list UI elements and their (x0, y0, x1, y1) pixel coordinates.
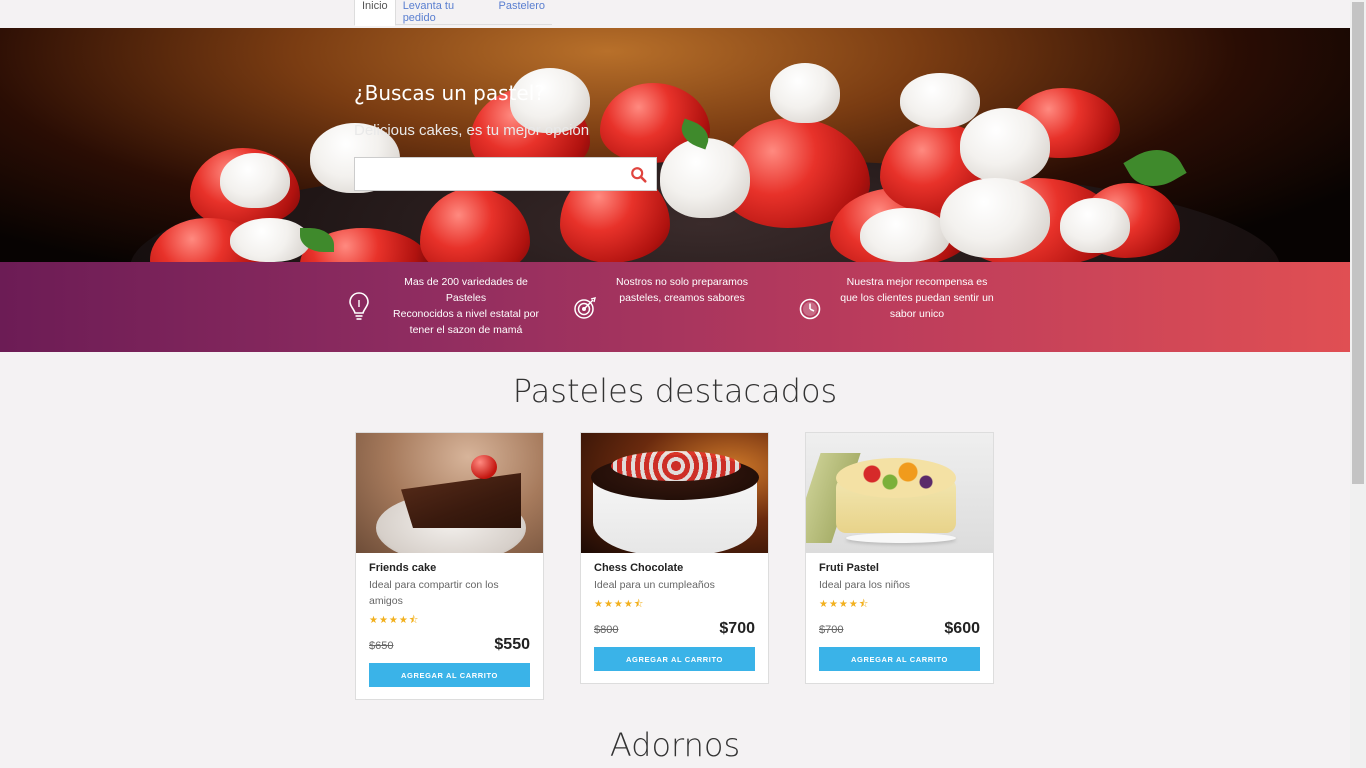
hero-subtitle: Delicious cakes, es tu mejor opcion (354, 122, 590, 139)
tab-levanta-tu-pedido[interactable]: Levanta tu pedido (396, 0, 492, 25)
feature-item: Nostros no solo preparamos pasteles, cre… (572, 274, 752, 324)
search-input[interactable] (355, 158, 615, 190)
product-old-price: $650 (369, 640, 394, 652)
tab-pastelero[interactable]: Pastelero (492, 0, 552, 25)
product-price: $550 (494, 636, 530, 653)
feature-text: Nostros no solo preparamos pasteles, cre… (616, 276, 748, 304)
feature-text: Mas de 200 variedades de Pasteles Recono… (393, 276, 539, 336)
lightbulb-icon (349, 292, 369, 320)
product-description: Ideal para los niños (819, 579, 911, 591)
product-rating: ★★★★⯪ (369, 615, 420, 626)
product-card: Fruti Pastel Ideal para los niños ★★★★⯪ … (805, 432, 994, 684)
product-name[interactable]: Friends cake (369, 562, 530, 574)
product-card: Friends cake Ideal para compartir con lo… (355, 432, 544, 700)
product-image[interactable] (806, 433, 993, 553)
hero-banner: ¿Buscas un pastel? Delicious cakes, es t… (0, 28, 1350, 262)
product-image[interactable] (356, 433, 543, 553)
add-to-cart-button[interactable]: AGREGAR AL CARRITO (594, 647, 755, 671)
product-card: Chess Chocolate Ideal para un cumpleaños… (580, 432, 769, 684)
product-description: Ideal para compartir con los amigos (369, 579, 499, 607)
feature-item: Nuestra mejor recompensa es que los clie… (797, 274, 997, 324)
hero-title: ¿Buscas un pastel? (354, 81, 545, 105)
add-to-cart-button[interactable]: AGREGAR AL CARRITO (369, 663, 530, 687)
features-band: Mas de 200 variedades de Pasteles Recono… (0, 262, 1350, 352)
section-title-featured: Pasteles destacados (512, 372, 838, 410)
nav-tabs: Inicio Levanta tu pedido Pastelero (354, 0, 552, 26)
product-name[interactable]: Fruti Pastel (819, 562, 980, 574)
product-old-price: $800 (594, 624, 619, 636)
page-scrollbar[interactable] (1350, 0, 1366, 768)
search-icon[interactable] (630, 166, 648, 184)
tab-inicio[interactable]: Inicio (354, 0, 396, 26)
section-title-adornos: Adornos (609, 726, 741, 764)
product-name[interactable]: Chess Chocolate (594, 562, 755, 574)
clock-icon (799, 298, 821, 320)
product-rating: ★★★★⯪ (819, 599, 870, 610)
search-box (354, 157, 657, 191)
target-icon (574, 297, 596, 319)
feature-item: Mas de 200 variedades de Pasteles Recono… (346, 274, 546, 338)
product-old-price: $700 (819, 624, 844, 636)
add-to-cart-button[interactable]: AGREGAR AL CARRITO (819, 647, 980, 671)
product-price: $600 (944, 620, 980, 637)
product-price: $700 (719, 620, 755, 637)
product-description: Ideal para un cumpleaños (594, 579, 715, 591)
feature-text: Nuestra mejor recompensa es que los clie… (840, 276, 994, 320)
product-image[interactable] (581, 433, 768, 553)
scrollbar-thumb[interactable] (1352, 2, 1364, 484)
product-rating: ★★★★⯪ (594, 599, 645, 610)
